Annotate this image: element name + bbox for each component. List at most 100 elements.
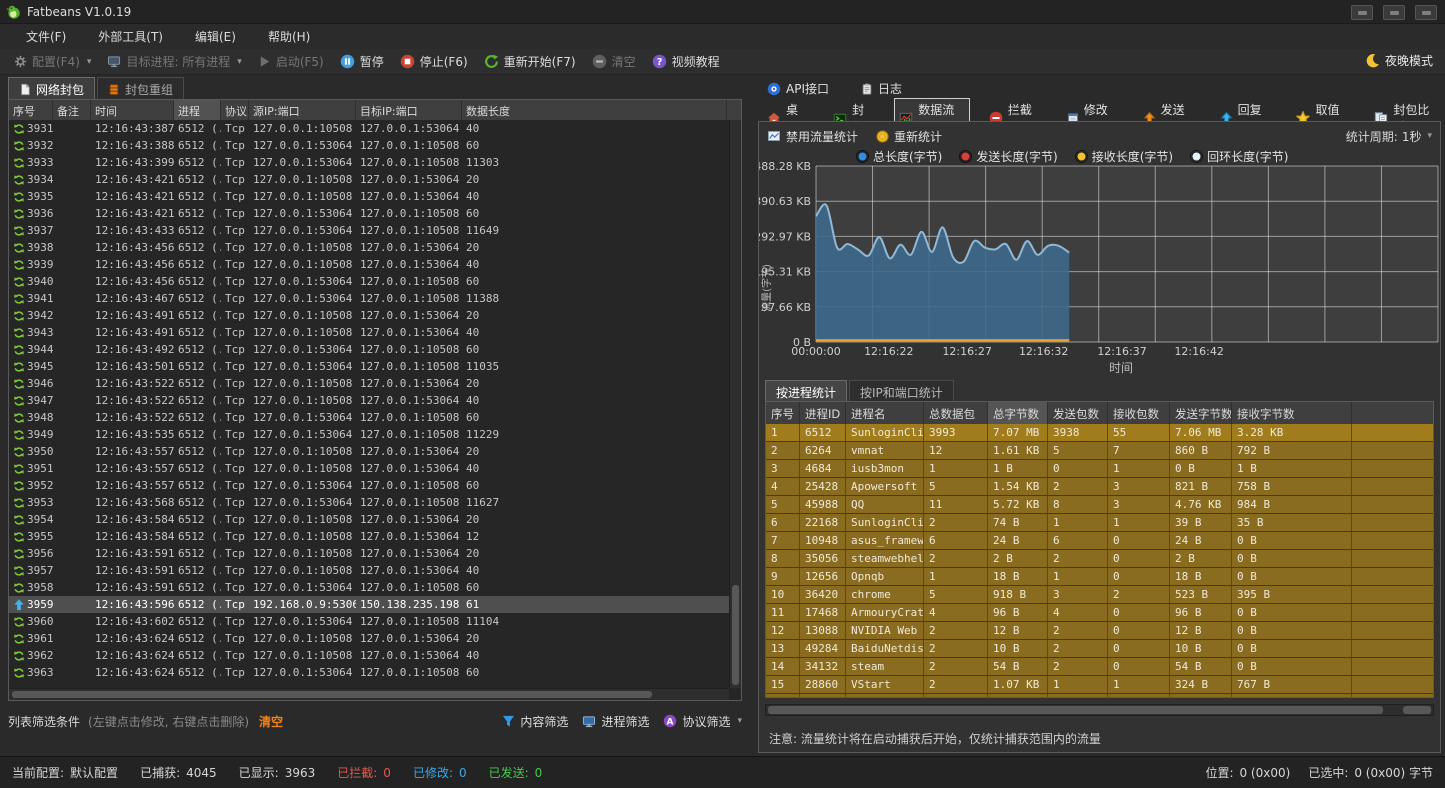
filter-clear-button[interactable]: 清空 xyxy=(259,713,283,730)
stats-table-hscrollbar[interactable] xyxy=(765,704,1434,716)
legend-item[interactable]: 回环长度(字节) xyxy=(1191,148,1288,165)
stats-row[interactable]: 1213088NVIDIA Web ...212 B2012 B0 B xyxy=(766,622,1433,640)
stats-hscroll-thumb[interactable] xyxy=(768,706,1383,714)
restat-button[interactable]: 重新统计 xyxy=(876,128,942,145)
packet-row[interactable]: 394212:16:43:49176512 (...Tcp127.0.0.1:1… xyxy=(9,307,729,324)
column-header[interactable]: 总数据包 xyxy=(924,402,988,424)
packet-row[interactable]: 393712:16:43:43386512 (...Tcp127.0.0.1:5… xyxy=(9,222,729,239)
packet-row[interactable]: 393112:16:43:38796512 (...Tcp127.0.0.1:1… xyxy=(9,120,729,137)
legend-item[interactable]: 发送长度(字节) xyxy=(960,148,1057,165)
stats-row[interactable]: 16512SunloginClient39937.07 MB3938557.06… xyxy=(766,424,1433,442)
packet-row[interactable]: 395112:16:43:55776512 (...Tcp127.0.0.1:1… xyxy=(9,460,729,477)
stats-row[interactable]: 710948asus_framework624 B6024 B0 B xyxy=(766,532,1433,550)
stats-row[interactable]: 1117468ArmouryCrat...496 B4096 B0 B xyxy=(766,604,1433,622)
packet-row[interactable]: 394012:16:43:45676512 (...Tcp127.0.0.1:5… xyxy=(9,273,729,290)
stats-row[interactable]: 425428Apowersoft ...51.54 KB23821 B758 B xyxy=(766,478,1433,496)
packet-row[interactable]: 396212:16:43:62486512 (...Tcp127.0.0.1:1… xyxy=(9,647,729,664)
packet-row[interactable]: 395812:16:43:59196512 (...Tcp127.0.0.1:5… xyxy=(9,579,729,596)
packet-row[interactable]: 393212:16:43:38896512 (...Tcp127.0.0.1:5… xyxy=(9,137,729,154)
column-header[interactable]: 发送字节数 xyxy=(1170,402,1232,424)
stats-row[interactable]: 1528860VStart21.07 KB11324 B767 B xyxy=(766,676,1433,694)
close-button[interactable] xyxy=(1415,5,1437,20)
night-mode-toggle[interactable]: 夜晚模式 xyxy=(1365,52,1433,69)
column-header[interactable]: 总字节数 xyxy=(988,402,1048,424)
pause-button[interactable]: 暂停 xyxy=(340,53,384,70)
menu-edit[interactable]: 编辑(E) xyxy=(181,26,250,47)
stats-row[interactable]: 26264vmnat121.61 KB57860 B792 B xyxy=(766,442,1433,460)
packet-row[interactable]: 395212:16:43:55776512 (...Tcp127.0.0.1:5… xyxy=(9,477,729,494)
stats-row[interactable]: 162672wetype_update1561 B10561 B0 B xyxy=(766,694,1433,698)
column-header[interactable]: 进程 xyxy=(174,100,221,120)
packet-row[interactable]: 393412:16:43:42186512 (...Tcp127.0.0.1:1… xyxy=(9,171,729,188)
clear-button[interactable]: 清空 xyxy=(592,53,636,70)
hscroll-thumb[interactable] xyxy=(12,691,652,698)
packet-row[interactable]: 396012:16:43:60296512 (...Tcp127.0.0.1:5… xyxy=(9,613,729,630)
stop-button[interactable]: 停止(F6) xyxy=(400,53,468,70)
start-button[interactable]: 启动(F5) xyxy=(258,53,324,70)
packet-row[interactable]: 393812:16:43:45676512 (...Tcp127.0.0.1:1… xyxy=(9,239,729,256)
column-header[interactable]: 发送包数 xyxy=(1048,402,1108,424)
stats-row[interactable]: 1036420chrome5918 B32523 B395 B xyxy=(766,586,1433,604)
column-header[interactable]: 目标IP:端口 xyxy=(356,100,462,120)
legend-item[interactable]: 接收长度(字节) xyxy=(1076,148,1173,165)
packet-row[interactable]: 394412:16:43:49276512 (...Tcp127.0.0.1:5… xyxy=(9,341,729,358)
legend-item[interactable]: 总长度(字节) xyxy=(857,148,942,165)
packet-row[interactable]: 394912:16:43:53576512 (...Tcp127.0.0.1:5… xyxy=(9,426,729,443)
stat-period-select[interactable]: 统计周期: 1秒 ▾ xyxy=(1346,128,1432,145)
packet-table-hscrollbar[interactable] xyxy=(9,688,729,700)
stats-hscroll-thumb2[interactable] xyxy=(1403,706,1431,714)
packet-row[interactable]: 394112:16:43:46776512 (...Tcp127.0.0.1:5… xyxy=(9,290,729,307)
packet-row[interactable]: 395312:16:43:56876512 (...Tcp127.0.0.1:5… xyxy=(9,494,729,511)
column-header[interactable]: 序号 xyxy=(9,100,53,120)
menu-file[interactable]: 文件(F) xyxy=(12,26,80,47)
column-header[interactable]: 进程ID xyxy=(800,402,846,424)
packet-row[interactable]: 393512:16:43:42186512 (...Tcp127.0.0.1:1… xyxy=(9,188,729,205)
tab-network-packets[interactable]: 网络封包 xyxy=(8,77,95,101)
stats-row[interactable]: 912656Opnqb118 B1018 B0 B xyxy=(766,568,1433,586)
disable-traffic-stats-button[interactable]: 禁用流量统计 xyxy=(767,128,858,145)
protocol-filter-button[interactable]: A协议筛选▾ xyxy=(663,713,742,730)
packet-row[interactable]: 394712:16:43:52276512 (...Tcp127.0.0.1:1… xyxy=(9,392,729,409)
packet-row[interactable]: 394812:16:43:52276512 (...Tcp127.0.0.1:5… xyxy=(9,409,729,426)
packet-row[interactable]: 395012:16:43:55776512 (...Tcp127.0.0.1:1… xyxy=(9,443,729,460)
minimize-button[interactable] xyxy=(1351,5,1373,20)
column-header[interactable]: 时间 xyxy=(91,100,174,120)
stats-row[interactable]: 1434132steam254 B2054 B0 B xyxy=(766,658,1433,676)
tab-api-interface[interactable]: API接口 xyxy=(762,77,834,100)
column-header[interactable]: 进程名 xyxy=(846,402,924,424)
maximize-button[interactable] xyxy=(1383,5,1405,20)
stats-row[interactable]: 622168SunloginClient274 B1139 B35 B xyxy=(766,514,1433,532)
tab-packet-reassembly[interactable]: 封包重组 xyxy=(97,77,184,101)
packet-table-vscrollbar[interactable] xyxy=(729,120,741,688)
column-header[interactable]: 协议 xyxy=(221,100,249,120)
column-header[interactable]: 接收包数 xyxy=(1108,402,1170,424)
vscroll-thumb[interactable] xyxy=(732,585,739,685)
packet-row[interactable]: 394312:16:43:49176512 (...Tcp127.0.0.1:1… xyxy=(9,324,729,341)
tab-log[interactable]: 日志 xyxy=(856,77,907,100)
content-filter-button[interactable]: 内容筛选 xyxy=(502,713,568,730)
packet-row[interactable]: 395912:16:43:59696512 (...Tcp192.168.0.9… xyxy=(9,596,729,613)
stats-row[interactable]: 545988QQ115.72 KB834.76 KB984 B xyxy=(766,496,1433,514)
column-header[interactable]: 源IP:端口 xyxy=(249,100,356,120)
packet-row[interactable]: 393912:16:43:45676512 (...Tcp127.0.0.1:1… xyxy=(9,256,729,273)
restart-button[interactable]: 重新开始(F7) xyxy=(484,53,576,70)
packet-row[interactable]: 396312:16:43:62486512 (...Tcp127.0.0.1:5… xyxy=(9,664,729,681)
column-header[interactable]: 序号 xyxy=(766,402,800,424)
packet-row[interactable]: 396112:16:43:62486512 (...Tcp127.0.0.1:1… xyxy=(9,630,729,647)
stats-row[interactable]: 1349284BaiduNetdis...210 B2010 B0 B xyxy=(766,640,1433,658)
packet-row[interactable]: 394612:16:43:52276512 (...Tcp127.0.0.1:1… xyxy=(9,375,729,392)
column-header[interactable]: 备注 xyxy=(53,100,91,120)
packet-row[interactable]: 393312:16:43:39996512 (...Tcp127.0.0.1:5… xyxy=(9,154,729,171)
column-header[interactable]: 接收字节数 xyxy=(1232,402,1352,424)
process-filter-button[interactable]: 进程筛选 xyxy=(582,713,649,730)
packet-row[interactable]: 394512:16:43:50126512 (...Tcp127.0.0.1:5… xyxy=(9,358,729,375)
packet-row[interactable]: 395512:16:43:58486512 (...Tcp127.0.0.1:1… xyxy=(9,528,729,545)
menu-help[interactable]: 帮助(H) xyxy=(254,26,324,47)
config-button[interactable]: 配置(F4)▾ xyxy=(14,53,91,70)
packet-row[interactable]: 393612:16:43:42186512 (...Tcp127.0.0.1:5… xyxy=(9,205,729,222)
stats-row[interactable]: 34684iusb3mon11 B010 B1 B xyxy=(766,460,1433,478)
column-header[interactable]: 数据长度 xyxy=(462,100,727,120)
video-tutorial-button[interactable]: ?视频教程 xyxy=(652,53,720,70)
menu-external-tools[interactable]: 外部工具(T) xyxy=(84,26,177,47)
packet-row[interactable]: 395412:16:43:58486512 (...Tcp127.0.0.1:1… xyxy=(9,511,729,528)
